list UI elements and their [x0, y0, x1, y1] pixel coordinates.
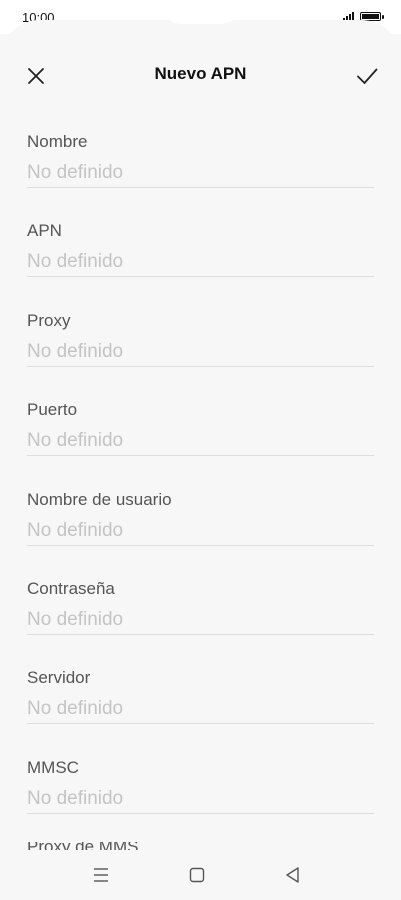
home-icon [189, 867, 205, 883]
field-divider [27, 455, 374, 457]
apn-form: Nombre APN Proxy Puerto Nombre de usuari… [27, 128, 374, 843]
proxy-input[interactable] [27, 338, 374, 365]
field-puerto: Puerto [27, 396, 374, 485]
field-divider [27, 723, 374, 725]
field-divider [27, 187, 374, 188]
field-label: Contraseña [27, 578, 115, 598]
server-input[interactable] [27, 696, 374, 723]
nombre-input[interactable] [27, 160, 374, 186]
page-title: Nuevo APN [154, 64, 247, 83]
apn-input[interactable] [27, 249, 374, 276]
field-divider [27, 812, 374, 814]
puerto-input[interactable] [27, 428, 374, 455]
field-contrasena: Contraseña [27, 575, 374, 664]
field-divider [27, 365, 374, 367]
camera-notch [158, 0, 244, 24]
navigation-bar [0, 850, 401, 900]
field-label: APN [27, 221, 62, 241]
field-divider [27, 276, 374, 278]
username-input[interactable] [27, 517, 374, 544]
field-nombre-de-usuario: Nombre de usuario [27, 486, 374, 575]
field-proxy: Proxy [27, 307, 374, 396]
field-label: Proxy [27, 310, 71, 330]
phone-screen: 10:00 Nuevo APN Nombre No definido APN N… [0, 0, 401, 900]
checkmark-icon [357, 68, 378, 84]
confirm-button[interactable] [355, 64, 379, 88]
field-servidor: Servidor [27, 664, 374, 753]
field-label: Puerto [27, 400, 78, 420]
field-nombre: Nombre [27, 128, 374, 217]
mmsc-input[interactable] [27, 785, 374, 812]
app-header: Nuevo APN [0, 52, 401, 98]
field-divider [27, 544, 374, 546]
field-label: Nombre de usuario [27, 489, 172, 509]
password-input[interactable] [27, 606, 374, 633]
field-label: Nombre [27, 132, 88, 151]
home-button[interactable] [186, 864, 208, 886]
menu-icon [94, 868, 108, 882]
field-divider [27, 633, 374, 635]
field-label: Servidor [27, 668, 91, 688]
field-label: MMSC [27, 757, 79, 777]
back-button[interactable] [282, 864, 304, 886]
back-icon [286, 867, 299, 883]
field-apn: APN [27, 217, 374, 306]
menu-button[interactable] [90, 864, 112, 886]
field-mmsc: MMSC [27, 754, 374, 843]
